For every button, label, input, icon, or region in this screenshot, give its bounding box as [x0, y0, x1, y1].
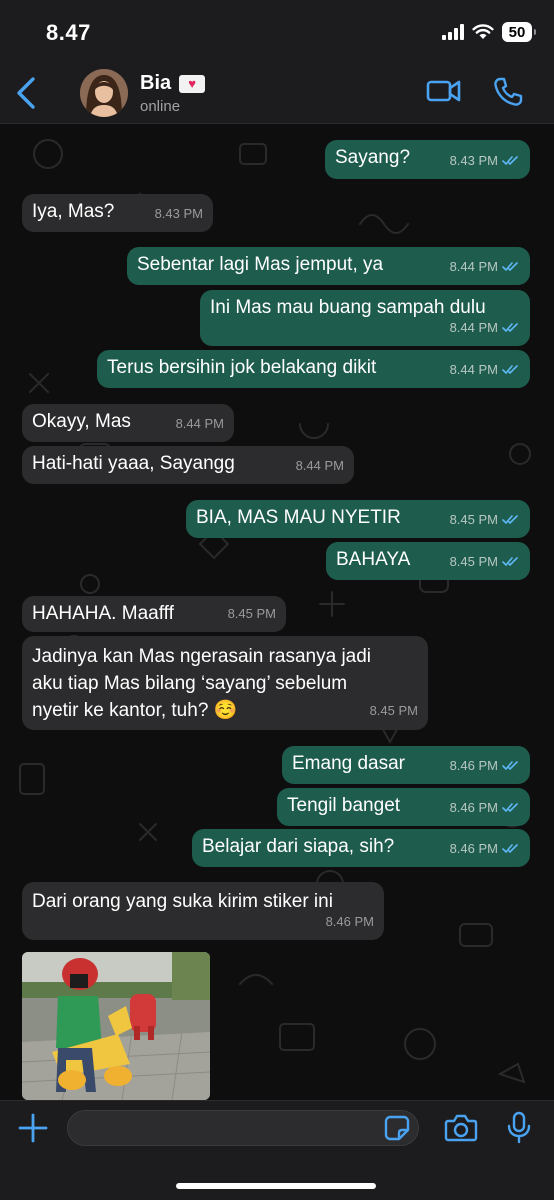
double-check-icon: [502, 261, 518, 271]
message-text-line: nyetir ke kantor, tuh? ☺️: [32, 700, 238, 721]
message-meta: 8.45 PM: [370, 697, 418, 724]
heart-icon: ♥: [179, 74, 206, 93]
double-check-icon: [502, 322, 518, 332]
message-bubble[interactable]: Sebentar lagi Mas jemput, ya 8.44 PM: [127, 247, 530, 285]
message-text: Hati-hati yaaa, Sayangg: [32, 453, 235, 474]
back-chevron-icon[interactable]: [14, 76, 40, 110]
message-meta: 8.46 PM: [450, 836, 520, 861]
message-text: BIA, MAS MAU NYETIR: [196, 507, 401, 528]
message-bubble[interactable]: Jadinya kan Mas ngerasain rasanya jadi a…: [22, 636, 428, 730]
double-check-icon: [502, 155, 518, 165]
phone-icon[interactable]: [492, 76, 524, 108]
message-bubble[interactable]: Ini Mas mau buang sampah dulu 8.44 PM: [200, 290, 530, 346]
double-check-icon: [502, 514, 518, 524]
message-text: BAHAYA: [336, 549, 411, 570]
message-meta: 8.43 PM: [450, 148, 520, 173]
message-bubble[interactable]: BIA, MAS MAU NYETIR 8.45 PM: [186, 500, 530, 538]
status-bar: 8.47 50: [0, 0, 554, 62]
sticker-icon[interactable]: [384, 1115, 410, 1141]
message-bubble[interactable]: Emang dasar 8.46 PM: [282, 746, 530, 784]
message-time: 8.44 PM: [449, 320, 498, 335]
message-text: Okayy, Mas: [32, 411, 131, 432]
double-check-icon: [502, 364, 518, 374]
message-meta: 8.44 PM: [450, 357, 520, 382]
message-text: Iya, Mas?: [32, 201, 115, 222]
input-bar: [0, 1100, 554, 1200]
message-text: Dari orang yang suka kirim stiker ini: [32, 891, 333, 912]
contact-name: Bia: [140, 72, 172, 94]
message-time: 8.44 PM: [295, 458, 344, 473]
message-meta: 8.44 PM: [176, 411, 224, 436]
chat-area[interactable]: Sayang? 8.43 PM Iya, Mas? 8.43 PM Sebent…: [0, 124, 554, 1100]
message-text: Ini Mas mau buang sampah dulu: [210, 297, 486, 318]
message-bubble[interactable]: Terus bersihin jok belakang dikit 8.44 P…: [97, 350, 530, 388]
status-icons: 50: [442, 22, 536, 42]
message-bubble[interactable]: BAHAYA 8.45 PM: [326, 542, 530, 580]
message-time: 8.44 PM: [449, 259, 498, 274]
message-time: 8.43 PM: [154, 206, 203, 221]
home-indicator: [176, 1183, 376, 1189]
signal-icon: [442, 24, 464, 40]
message-meta: 8.46 PM: [326, 909, 374, 934]
plus-icon[interactable]: [18, 1113, 48, 1143]
video-call-icon[interactable]: [426, 76, 462, 106]
message-text: Sebentar lagi Mas jemput, ya: [137, 254, 384, 275]
microphone-icon[interactable]: [504, 1111, 534, 1145]
message-bubble[interactable]: HAHAHA. Maafff 8.45 PM: [22, 596, 286, 632]
message-bubble[interactable]: Tengil banget 8.46 PM: [277, 788, 530, 826]
message-input[interactable]: [67, 1110, 419, 1146]
message-meta: 8.44 PM: [450, 315, 520, 340]
message-text: Belajar dari siapa, sih?: [202, 836, 395, 857]
contact-name-row[interactable]: Bia ♥: [140, 72, 206, 95]
message-meta: 8.44 PM: [450, 254, 520, 279]
camera-icon[interactable]: [444, 1113, 478, 1143]
double-check-icon: [502, 843, 518, 853]
message-time: 8.46 PM: [449, 758, 498, 773]
message-meta: 8.43 PM: [155, 201, 203, 226]
sticker-image[interactable]: [22, 952, 210, 1100]
double-check-icon: [502, 556, 518, 566]
message-text-line: Jadinya kan Mas ngerasain rasanya jadi: [32, 646, 372, 667]
message-meta: 8.45 PM: [228, 601, 276, 626]
message-time: 8.45 PM: [227, 606, 276, 621]
message-text: Tengil banget: [287, 795, 401, 816]
chat-header: Bia ♥ online: [0, 62, 554, 124]
message-time: 8.46 PM: [325, 914, 374, 929]
message-bubble[interactable]: Dari orang yang suka kirim stiker ini 8.…: [22, 882, 384, 940]
message-time: 8.45 PM: [449, 554, 498, 569]
contact-status: online: [140, 98, 181, 115]
message-time: 8.46 PM: [449, 800, 498, 815]
status-time: 8.47: [46, 20, 91, 45]
message-meta: 8.45 PM: [450, 507, 520, 532]
avatar[interactable]: [80, 69, 128, 117]
message-time: 8.45 PM: [449, 512, 498, 527]
message-meta: 8.45 PM: [450, 549, 520, 574]
message-bubble[interactable]: Hati-hati yaaa, Sayangg 8.44 PM: [22, 446, 354, 484]
battery-indicator: 50: [502, 22, 536, 42]
message-time: 8.43 PM: [449, 153, 498, 168]
message-text: Sayang?: [335, 147, 411, 168]
double-check-icon: [502, 760, 518, 770]
message-text: Terus bersihin jok belakang dikit: [107, 357, 377, 378]
double-check-icon: [502, 802, 518, 812]
message-bubble[interactable]: Iya, Mas? 8.43 PM: [22, 194, 213, 232]
message-time: 8.46 PM: [449, 841, 498, 856]
wifi-icon: [472, 24, 494, 39]
message-meta: 8.44 PM: [296, 453, 344, 478]
message-time: 8.44 PM: [449, 362, 498, 377]
message-bubble[interactable]: Okayy, Mas 8.44 PM: [22, 404, 234, 442]
message-bubble[interactable]: Belajar dari siapa, sih? 8.46 PM: [192, 829, 530, 867]
message-text: Emang dasar: [292, 753, 406, 774]
message-time: 8.45 PM: [369, 703, 418, 718]
message-meta: 8.46 PM: [450, 795, 520, 820]
message-time: 8.44 PM: [175, 416, 224, 431]
message-text: HAHAHA. Maafff: [32, 603, 174, 624]
message-meta: 8.46 PM: [450, 753, 520, 778]
message-text-line: aku tiap Mas bilang ‘sayang’ sebelum: [32, 673, 348, 694]
message-bubble[interactable]: Sayang? 8.43 PM: [325, 140, 530, 179]
